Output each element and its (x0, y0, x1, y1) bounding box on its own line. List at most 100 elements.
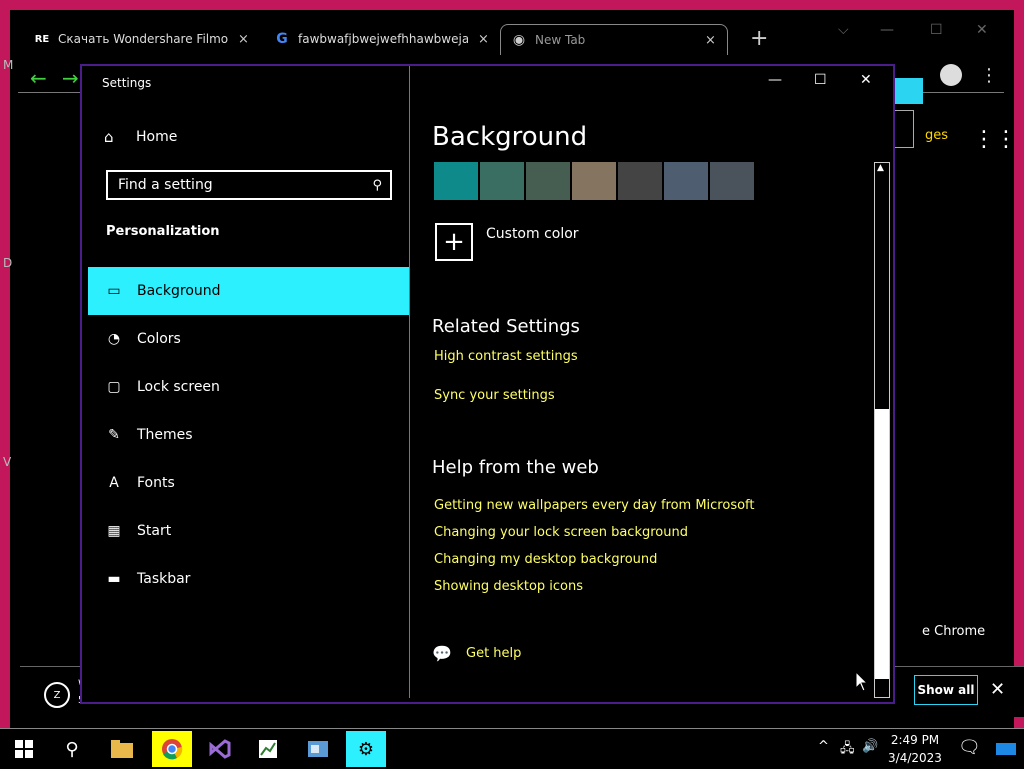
gear-icon: ⚙ (357, 738, 375, 760)
color-swatch[interactable] (434, 162, 478, 200)
home-label: Home (136, 129, 178, 145)
chart-app-taskbar-button[interactable] (248, 731, 288, 767)
fonts-icon: A (109, 475, 119, 491)
find-setting-search-box[interactable]: Find a setting ⚲ (106, 170, 392, 200)
home-nav-item[interactable]: ⌂ Home (104, 128, 177, 146)
tray-chevron-icon[interactable]: ^ (818, 739, 829, 754)
settings-title: Settings (102, 76, 152, 90)
nav-item-fonts[interactable]: A Fonts (88, 459, 409, 507)
back-arrow-icon[interactable]: ← (30, 66, 47, 90)
nav-item-start[interactable]: ▦ Start (88, 507, 409, 555)
search-icon: ⚲ (65, 738, 79, 760)
action-center-icon[interactable]: 🗨 (958, 737, 981, 758)
custom-color-label[interactable]: Custom color (486, 226, 579, 242)
nav-label: Background (137, 283, 221, 299)
themes-icon: ✎ (108, 427, 120, 443)
browser-close-button[interactable]: ✕ (976, 22, 988, 38)
nav-item-lock-screen[interactable]: ▢ Lock screen (88, 363, 409, 411)
desktop-frame-top (0, 0, 1024, 10)
browser-tab-google-search[interactable]: G fawbwafjbwejwefhhawbwejawf - × (274, 24, 489, 54)
palette-icon: ◔ (107, 331, 121, 347)
help-link[interactable]: Changing my desktop background (434, 552, 657, 567)
profile-avatar-icon[interactable] (940, 64, 962, 86)
browser-tab-filmora[interactable]: RE Скачать Wondershare Filmora 1 × (34, 24, 249, 54)
help-link[interactable]: Showing desktop icons (434, 579, 583, 594)
tab-close-icon[interactable]: × (238, 32, 249, 47)
color-swatch[interactable] (480, 162, 524, 200)
tab-close-icon[interactable]: × (478, 32, 489, 47)
settings-maximize-button[interactable]: ☐ (814, 72, 827, 88)
control-panel-taskbar-button[interactable] (298, 731, 338, 767)
new-tab-button[interactable]: + (750, 26, 768, 51)
download-file-icon[interactable]: Z (44, 682, 70, 708)
scrollbar-thumb[interactable] (875, 409, 889, 679)
nav-item-background[interactable]: ▭ Background (88, 267, 409, 315)
edge-letter: M (3, 58, 14, 72)
tab-title: fawbwafjbwejwefhhawbwejawf - (298, 32, 468, 46)
settings-window: Settings ⌂ Home Find a setting ⚲ Persona… (80, 64, 895, 704)
lock-screen-icon: ▢ (107, 379, 121, 395)
chrome-icon (162, 739, 183, 760)
nav-item-themes[interactable]: ✎ Themes (88, 411, 409, 459)
browser-tab-new-tab[interactable]: ◉ New Tab × (500, 24, 728, 55)
browser-maximize-button[interactable]: ☐ (930, 22, 943, 38)
close-download-bar-icon[interactable]: ✕ (990, 679, 1005, 700)
folder-icon (111, 740, 133, 758)
nav-label: Taskbar (137, 571, 191, 587)
google-apps-icon[interactable]: ⋮⋮⋮ (973, 127, 1024, 152)
search-taskbar-button[interactable]: ⚲ (52, 731, 92, 767)
visual-studio-taskbar-button[interactable] (200, 731, 240, 767)
color-swatch[interactable] (664, 162, 708, 200)
show-all-downloads-button[interactable]: Show all (914, 675, 978, 705)
get-help-link[interactable]: 💬 Get help (432, 644, 521, 663)
tab-search-chevron-icon[interactable]: ⌵ (838, 22, 849, 38)
taskbar-clock[interactable]: 2:49 PM 3/4/2023 (880, 731, 950, 767)
chart-document-icon (259, 740, 277, 758)
volume-icon[interactable]: 🔊 (862, 739, 878, 754)
color-swatch[interactable] (618, 162, 662, 200)
start-button[interactable] (4, 731, 44, 767)
search-icon[interactable]: ⚲ (372, 178, 382, 193)
get-help-label: Get help (466, 646, 522, 661)
show-desktop-button[interactable] (996, 743, 1016, 755)
help-link[interactable]: Changing your lock screen background (434, 525, 688, 540)
nav-label: Fonts (137, 475, 175, 491)
settings-minimize-button[interactable]: — (768, 72, 782, 88)
settings-close-button[interactable]: ✕ (860, 72, 872, 88)
sync-settings-link[interactable]: Sync your settings (434, 388, 555, 403)
network-icon[interactable]: 🖧 (840, 739, 855, 761)
browser-minimize-button[interactable]: — (880, 22, 894, 38)
settings-content: — ☐ ✕ Background + Custom color Related … (410, 66, 889, 698)
file-explorer-taskbar-button[interactable] (102, 731, 142, 767)
nav-label: Lock screen (137, 379, 220, 395)
windows-taskbar: ⚲ ⚙ ^ 🖧 🔊 2:49 PM 3/4/2023 🗨 (0, 728, 1024, 769)
windows-logo-icon (15, 740, 33, 758)
scroll-down-icon[interactable]: ▼ (877, 687, 884, 697)
custom-color-button[interactable]: + (435, 223, 473, 261)
color-swatch[interactable] (710, 162, 754, 200)
nav-item-colors[interactable]: ◔ Colors (88, 315, 409, 363)
taskbar-icon: ▬ (107, 571, 121, 587)
settings-taskbar-button[interactable]: ⚙ (346, 731, 386, 767)
help-from-web-heading: Help from the web (432, 457, 599, 478)
home-icon: ⌂ (104, 128, 114, 146)
content-scrollbar[interactable]: ▲ ▼ (874, 162, 890, 698)
chrome-taskbar-button[interactable] (152, 731, 192, 767)
browser-menu-icon[interactable]: ⋮ (980, 65, 998, 86)
related-settings-heading: Related Settings (432, 316, 580, 337)
high-contrast-settings-link[interactable]: High contrast settings (434, 349, 578, 364)
tab-close-icon[interactable]: × (705, 33, 716, 48)
scroll-up-icon[interactable]: ▲ (877, 163, 884, 173)
image-icon: ▭ (107, 283, 121, 299)
start-icon: ▦ (107, 523, 121, 539)
help-link[interactable]: Getting new wallpapers every day from Mi… (434, 498, 755, 513)
nav-item-taskbar[interactable]: ▬ Taskbar (88, 555, 409, 603)
settings-sidebar: Settings ⌂ Home Find a setting ⚲ Persona… (88, 66, 410, 698)
color-swatch[interactable] (526, 162, 570, 200)
images-link-partial[interactable]: ges (925, 128, 948, 143)
forward-arrow-icon[interactable]: → (62, 66, 79, 90)
google-favicon-icon: G (276, 31, 288, 47)
desktop-frame-left (0, 0, 10, 728)
color-swatch[interactable] (572, 162, 616, 200)
clock-date: 3/4/2023 (888, 751, 942, 765)
